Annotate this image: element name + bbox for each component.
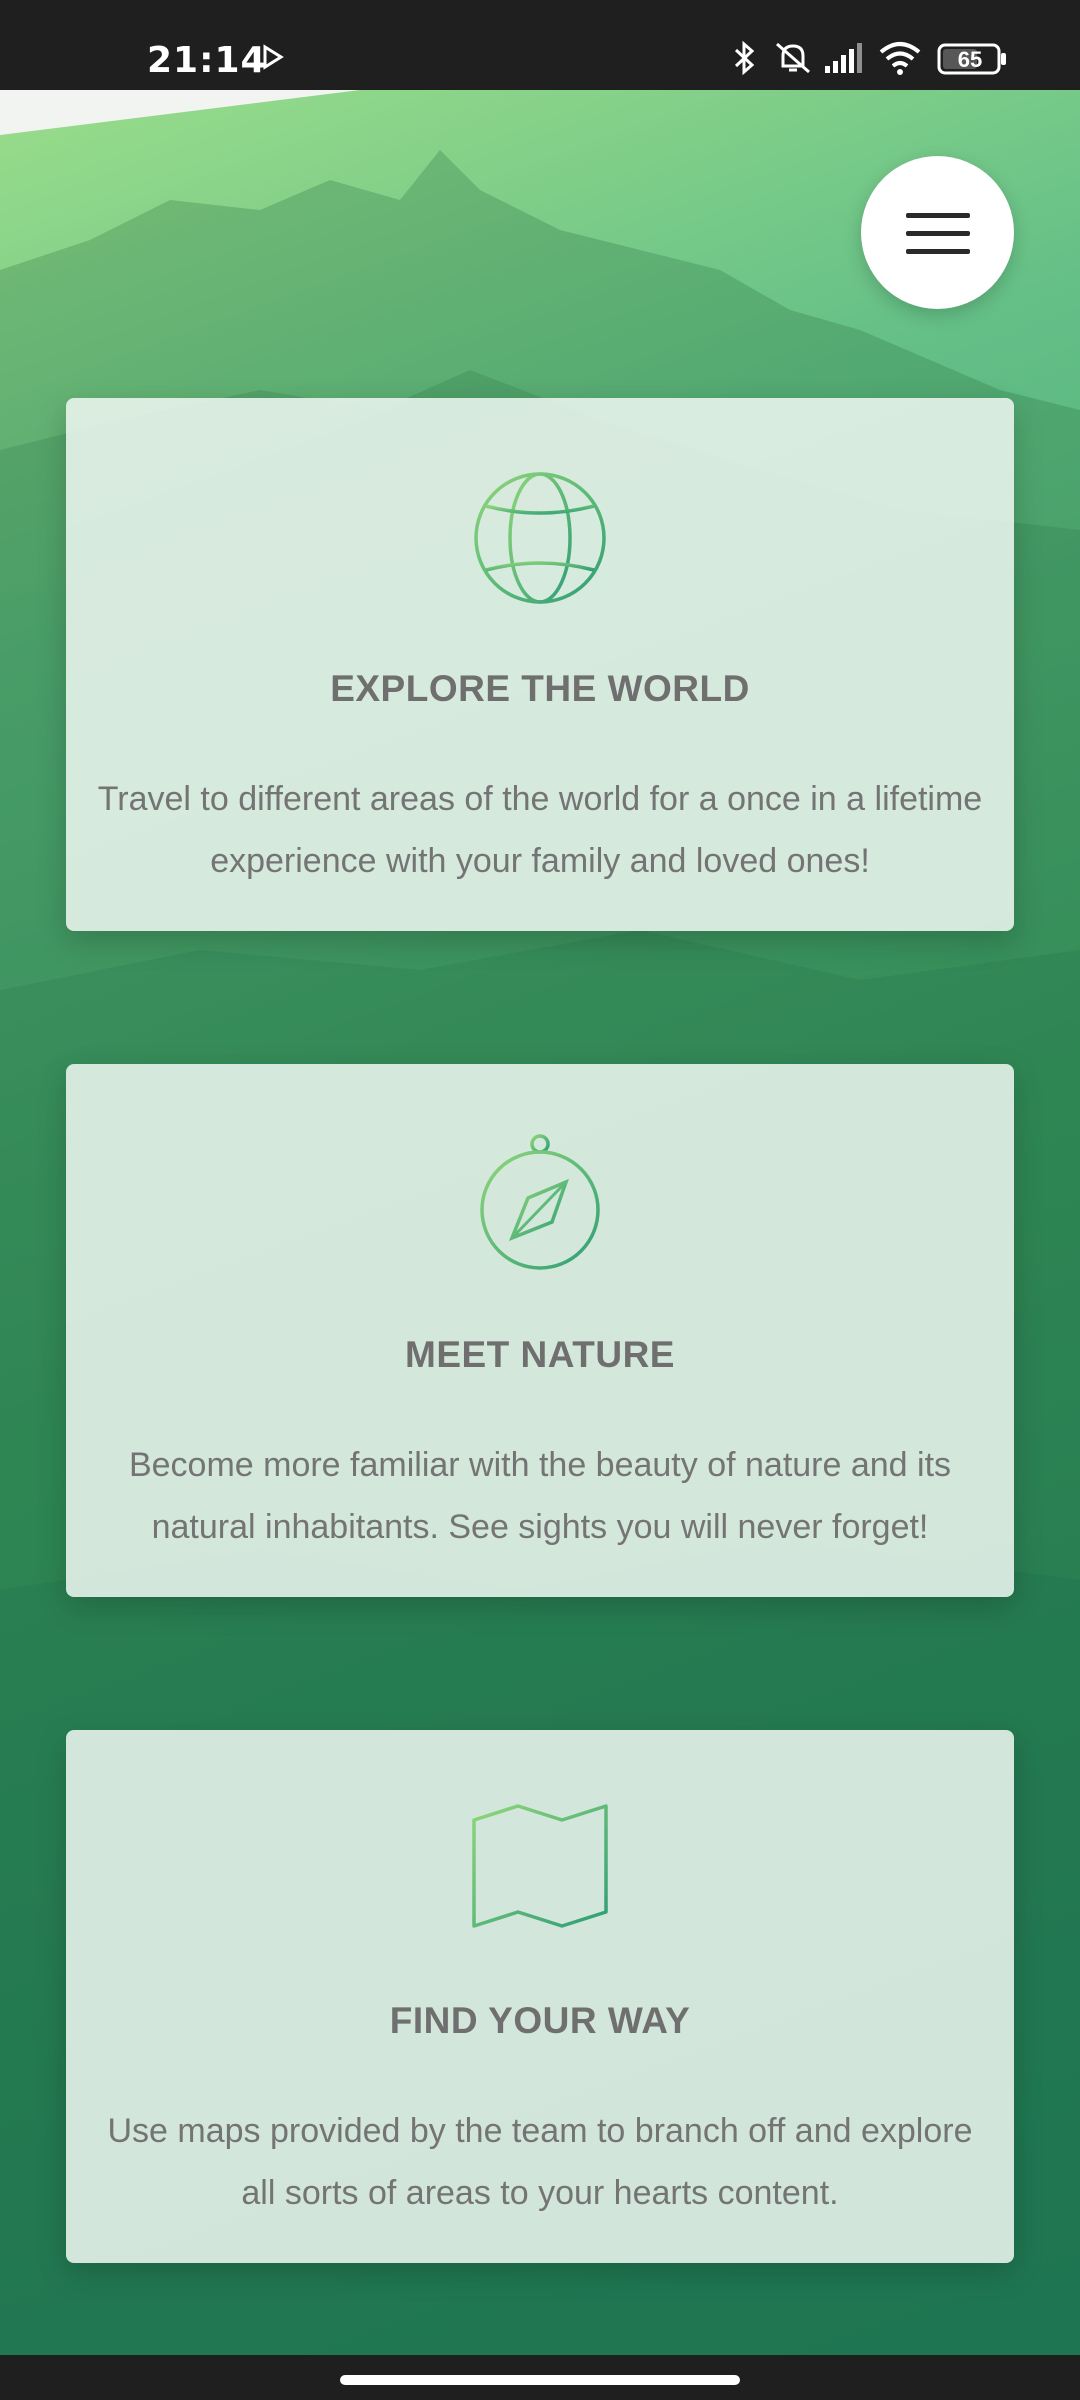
card-title: FIND YOUR WAY bbox=[389, 2000, 691, 2041]
feature-card-explore: EXPLORE THE WORLD Travel to different ar… bbox=[66, 398, 1014, 931]
card-description: Travel to different areas of the world f… bbox=[97, 780, 983, 880]
menu-button[interactable] bbox=[861, 156, 1014, 309]
top-wedge-decoration bbox=[0, 90, 360, 135]
card-title: EXPLORE THE WORLD bbox=[330, 668, 750, 709]
globe-icon bbox=[470, 468, 610, 608]
wifi-icon bbox=[878, 40, 922, 81]
home-indicator[interactable] bbox=[340, 2375, 740, 2385]
mute-icon bbox=[773, 40, 813, 81]
card-description: Become more familiar with the beauty of … bbox=[128, 1446, 952, 1546]
feature-card-find-way: FIND YOUR WAY Use maps provided by the t… bbox=[66, 1730, 1014, 2263]
map-icon bbox=[470, 1800, 610, 1940]
signal-icon bbox=[823, 42, 863, 79]
play-icon bbox=[262, 44, 284, 75]
feature-card-nature: MEET NATURE Become more familiar with th… bbox=[66, 1064, 1014, 1597]
bluetooth-icon bbox=[732, 40, 758, 81]
status-bar: 21:14 65 bbox=[0, 0, 1080, 90]
compass-icon bbox=[470, 1134, 610, 1274]
status-time: 21:14 bbox=[147, 40, 267, 81]
card-title: MEET NATURE bbox=[405, 1334, 675, 1375]
battery-level: 65 bbox=[957, 47, 983, 72]
card-description: Use maps provided by the team to branch … bbox=[107, 2112, 973, 2212]
system-navigation-bar bbox=[0, 2355, 1080, 2400]
